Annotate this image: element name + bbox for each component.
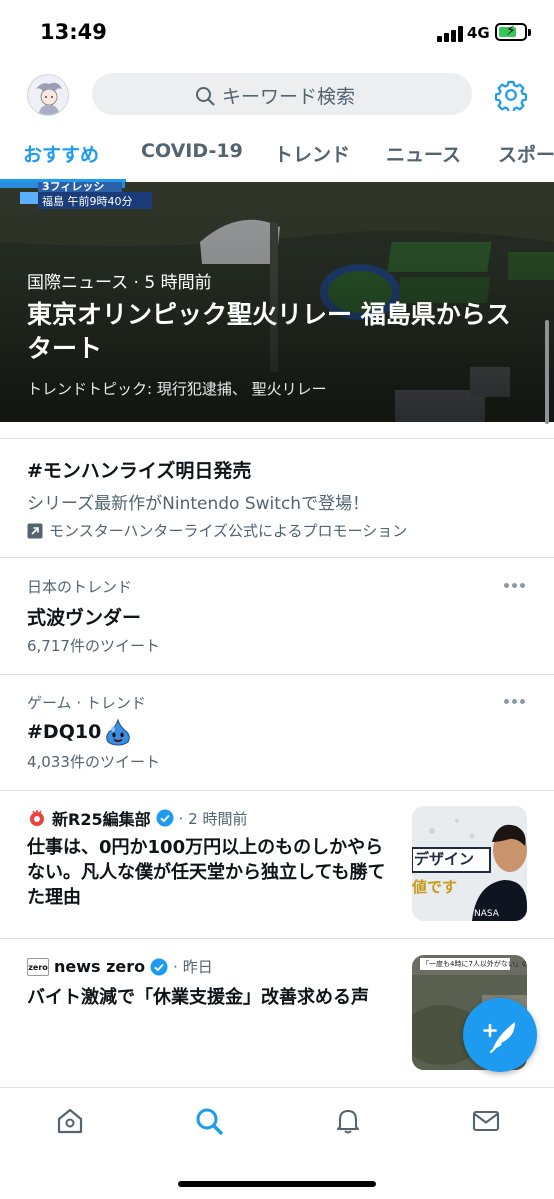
trend-name[interactable]: 式波ヴンダー	[27, 603, 141, 630]
trend-name-row[interactable]: #DQ10	[27, 718, 132, 746]
promoted-arrow-icon	[27, 523, 43, 538]
notifications-bell-icon[interactable]	[333, 1106, 363, 1136]
trend-tweet-count: 4,033件のツイート	[27, 753, 160, 771]
more-options-icon[interactable]	[502, 581, 528, 591]
signal-icon	[437, 26, 463, 42]
messages-mail-icon[interactable]	[471, 1106, 501, 1136]
hero-trending-topics: トレンドトピック: 現行犯逮捕、 聖火リレー	[27, 380, 327, 398]
promoted-by-text: モンスターハンターライズ公式によるプロモーション	[49, 522, 408, 540]
tab-recommended[interactable]: おすすめ	[23, 140, 99, 167]
explore-tabs: おすすめ COVID-19 トレンド ニュース スポー	[0, 130, 554, 180]
trend-category: ゲーム · トレンド	[27, 694, 146, 712]
compose-tweet-button[interactable]	[463, 998, 537, 1072]
verified-badge-icon	[150, 958, 168, 975]
news-time: · 2 時間前	[178, 809, 248, 828]
news-thumbnail[interactable]: NASA デザイン 値です	[412, 806, 527, 921]
hero-meta: 国際ニュース · 5 時間前	[27, 273, 212, 293]
r25-logo-icon	[30, 810, 44, 826]
thumbnail-caption: 「一度も4時に7人以外がない」の声	[422, 960, 527, 968]
search-icon[interactable]	[194, 1106, 224, 1136]
news-source-name: 新R25編集部	[52, 810, 151, 829]
trend-tweet-count: 6,717件のツイート	[27, 637, 160, 655]
search-icon	[196, 86, 215, 105]
promo-hashtag[interactable]: #モンハンライズ明日発売	[27, 456, 251, 483]
avatar[interactable]	[27, 74, 69, 116]
news-title[interactable]: バイト激減で「休業支援金」改善求める声	[27, 985, 392, 1010]
status-time: 13:49	[40, 20, 107, 44]
news-source-row: zero news zero · 昨日	[27, 956, 213, 977]
network-label: 4G	[467, 24, 490, 42]
tab-covid19[interactable]: COVID-19	[141, 140, 243, 162]
settings-gear-icon[interactable]	[495, 79, 527, 111]
promo-description: シリーズ最新作がNintendo Switchで登場！	[27, 494, 370, 514]
verified-badge-icon	[156, 809, 174, 827]
battery-icon: ⚡	[495, 23, 527, 41]
promoted-label: モンスターハンターライズ公式によるプロモーション	[27, 520, 407, 541]
tab-sports[interactable]: スポー	[498, 140, 554, 167]
thumbnail-text: デザイン	[414, 850, 475, 868]
tab-trends[interactable]: トレンド	[274, 140, 350, 167]
news-time: · 昨日	[173, 958, 213, 976]
home-indicator	[178, 1181, 376, 1187]
trend-name: #DQ10	[27, 721, 102, 743]
svg-text:NASA: NASA	[474, 909, 500, 919]
news-source-name: news zero	[54, 957, 146, 976]
news-title[interactable]: 仕事は、0円か100万円以上のものしかやらない。凡人な僕が任天堂から独立しても勝…	[27, 835, 392, 911]
hero-overlay-location: 福島 午前9時40分	[42, 195, 133, 208]
home-icon[interactable]	[55, 1106, 85, 1136]
status-bar: 13:49 4G ⚡	[0, 0, 554, 66]
thumbnail-text: 値です	[412, 878, 458, 896]
more-options-icon[interactable]	[502, 697, 528, 707]
trend-category: 日本のトレンド	[27, 578, 133, 596]
news-source-row: 新R25編集部 · 2 時間前	[27, 806, 247, 830]
hero-title: 東京オリンピック聖火リレー 福島県からスタート	[27, 300, 511, 363]
compose-feather-icon	[483, 1022, 515, 1054]
tab-news[interactable]: ニュース	[386, 140, 461, 167]
news-zero-logo-icon: zero	[27, 957, 49, 976]
hero-news-card[interactable]: 3フィレッシ 福島 午前9時40分 国際ニュース · 5 時間前 東京オリンピッ…	[0, 182, 554, 422]
search-placeholder: キーワード検索	[222, 86, 356, 108]
scroll-indicator	[545, 320, 549, 424]
search-bar[interactable]: キーワード検索	[92, 73, 472, 115]
slime-emoji-icon	[106, 718, 131, 746]
